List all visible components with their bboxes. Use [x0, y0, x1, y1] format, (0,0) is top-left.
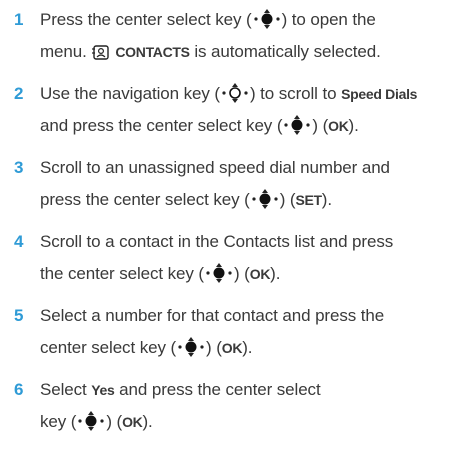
text: and press the center select key ( [40, 116, 283, 135]
text: Select a number for that contact and pre… [40, 306, 385, 325]
step-number: 3 [14, 158, 24, 177]
step-text: Use the navigation key ( ) to scroll to S… [40, 78, 450, 142]
text: the center select key ( [40, 264, 204, 283]
softkey-label: OK [221, 340, 243, 356]
menu-label: CONTACTS [115, 44, 190, 60]
softkey-label: OK [249, 266, 271, 282]
text: ) ( [312, 116, 329, 135]
text: Scroll to a contact in the Contacts list… [40, 232, 394, 251]
step-text: Select a number for that contact and pre… [40, 300, 450, 364]
navigation-key-icon [221, 82, 249, 104]
text: key ( [40, 412, 77, 431]
step-text: Scroll to a contact in the Contacts list… [40, 226, 450, 290]
text: ) ( [234, 264, 250, 283]
center-select-key-icon [78, 411, 104, 431]
softkey-label: OK [328, 118, 349, 134]
text: ). [270, 264, 281, 283]
text: ) ( [279, 190, 296, 209]
step-text: Select Yes and press the center select k… [40, 374, 450, 438]
contacts-icon [92, 45, 110, 60]
center-select-key-icon [253, 9, 280, 29]
center-select-key-icon [178, 337, 204, 357]
step-number: 6 [14, 380, 24, 399]
step-number: 4 [14, 232, 24, 251]
step-text: Press the center select key ( ) to open t… [40, 4, 450, 68]
text: Select [40, 380, 87, 399]
center-select-key-icon [206, 263, 232, 283]
center-select-key-icon [284, 115, 310, 135]
softkey-label: OK [122, 414, 143, 430]
step-number: 1 [14, 10, 24, 29]
text: ) to scroll to [249, 84, 337, 103]
step-text: Scroll to an unassigned speed dial numbe… [40, 152, 450, 216]
text: ) ( [206, 338, 222, 357]
text: menu. [40, 42, 87, 61]
text: ). [348, 116, 359, 135]
text: Scroll to an unassigned speed dial numbe… [40, 158, 390, 177]
text: is automatically selected. [194, 42, 381, 61]
menu-label: Speed Dials [341, 86, 418, 102]
step-number: 2 [14, 84, 24, 103]
text: press the center select key ( [40, 190, 250, 209]
menu-label: Yes [91, 382, 115, 398]
step-number: 5 [14, 306, 24, 325]
text: Press the center select key ( [40, 10, 252, 29]
text: ). [142, 412, 153, 431]
text: ). [321, 190, 332, 209]
text: center select key ( [40, 338, 177, 357]
center-select-key-icon [252, 189, 278, 209]
text: ). [242, 338, 253, 357]
text: and press the center select [119, 380, 321, 399]
softkey-label: SET [295, 192, 322, 208]
text: Use the navigation key ( [40, 84, 220, 103]
text: ) to open the [281, 10, 376, 29]
text: ) ( [106, 412, 123, 431]
